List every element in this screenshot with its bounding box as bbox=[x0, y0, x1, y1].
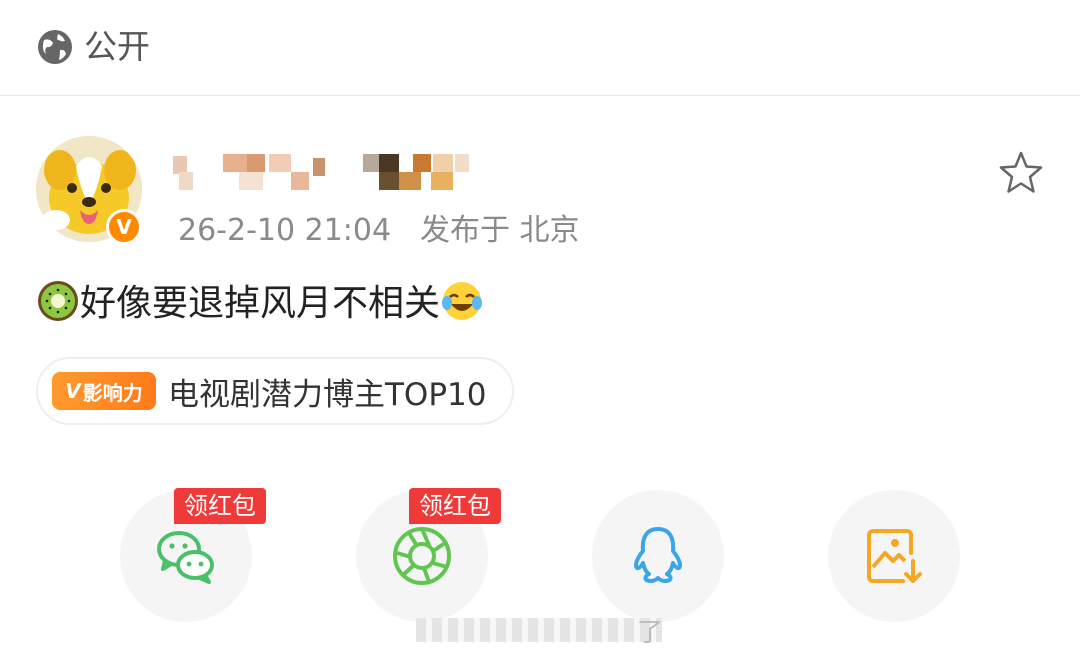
visibility-label: 公开 bbox=[84, 27, 150, 66]
qq-icon bbox=[633, 527, 683, 583]
influence-badge-label: 影响力 bbox=[82, 380, 143, 405]
kiwi-emoji-icon bbox=[36, 279, 80, 323]
laugh-cry-emoji-icon bbox=[440, 279, 484, 323]
globe-icon bbox=[36, 28, 74, 66]
bottom-partial-text: 了 bbox=[637, 618, 664, 648]
post-location: 发布于 北京 bbox=[420, 213, 580, 248]
influence-tag[interactable]: V 影响力 电视剧潜力博主TOP10 bbox=[36, 357, 515, 425]
influence-badge: V 影响力 bbox=[52, 372, 156, 410]
star-outline-icon[interactable] bbox=[996, 148, 1046, 198]
share-qq-button[interactable] bbox=[592, 490, 724, 622]
moments-icon bbox=[393, 527, 451, 585]
bottom-blurred-text bbox=[416, 618, 662, 642]
influence-text: 电视剧潜力博主TOP10 bbox=[168, 376, 487, 413]
red-packet-badge: 领红包 bbox=[174, 488, 266, 524]
save-image-icon bbox=[867, 529, 922, 583]
username-mosaic[interactable] bbox=[173, 154, 473, 190]
post-body: 好像要退掉风月不相关 bbox=[80, 283, 441, 324]
save-image-button[interactable] bbox=[828, 490, 960, 622]
wechat-icon bbox=[157, 531, 214, 584]
post-time: 26-2-10 21:04 bbox=[178, 213, 392, 248]
red-packet-badge: 领红包 bbox=[409, 488, 501, 524]
verified-badge: V bbox=[106, 209, 142, 245]
visibility-bar[interactable]: 公开 bbox=[0, 0, 1080, 96]
post-text: 好像要退掉风月不相关 bbox=[36, 279, 484, 329]
